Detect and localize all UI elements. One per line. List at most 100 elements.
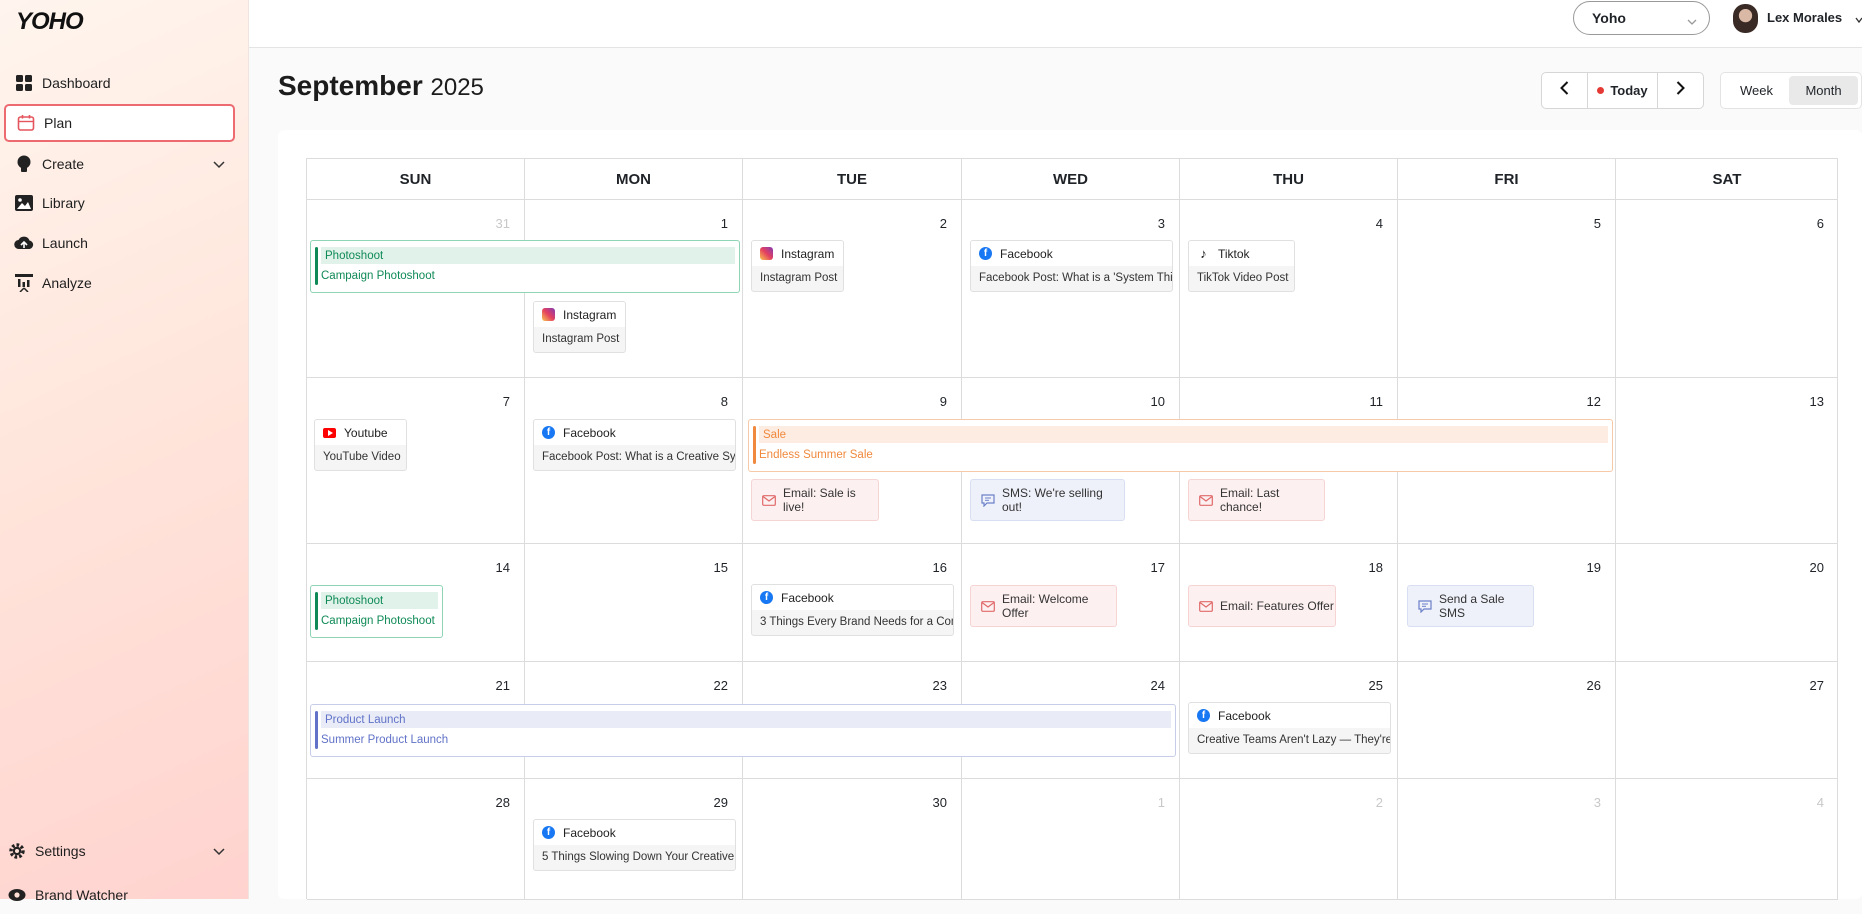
platform-label: Youtube xyxy=(344,425,388,440)
day-cell[interactable]: 26 xyxy=(1398,662,1616,779)
day-cell[interactable]: 13 xyxy=(1616,378,1838,544)
lightbulb-icon xyxy=(14,154,34,174)
campaign-span[interactable]: Photoshoot Campaign Photoshoot xyxy=(310,585,443,638)
post-event[interactable]: ♪ Tiktok TikTok Video Post xyxy=(1188,240,1295,292)
email-event[interactable]: Email: Sale is live! xyxy=(751,479,879,521)
day-number: 1 xyxy=(1157,795,1165,810)
day-cell[interactable]: 30 xyxy=(743,779,962,900)
day-cell[interactable]: 3 xyxy=(1398,779,1616,900)
weekday-header: THU xyxy=(1180,159,1398,200)
weekday-header: MON xyxy=(525,159,743,200)
day-cell[interactable]: 4 xyxy=(1616,779,1838,900)
post-title: Instagram Post xyxy=(760,272,838,284)
chevron-down-icon[interactable] xyxy=(213,843,225,859)
chevron-down-icon[interactable] xyxy=(1855,11,1862,29)
day-number: 17 xyxy=(1150,560,1165,575)
chevron-down-icon xyxy=(1687,13,1697,29)
sidebar-item-label: Library xyxy=(42,195,85,211)
user-name[interactable]: Lex Morales xyxy=(1767,10,1842,25)
campaign-span[interactable]: Product Launch Summer Product Launch xyxy=(310,704,1176,757)
chevron-down-icon[interactable] xyxy=(213,156,225,172)
post-title: YouTube Video xyxy=(323,451,401,463)
post-event[interactable]: f Facebook Facebook Post: What is a Creati… xyxy=(533,419,736,471)
today-dot-icon xyxy=(1597,87,1605,94)
sidebar-item-plan[interactable]: Plan xyxy=(4,104,235,142)
sidebar: YOHO Dashboard Plan Create Library Launc… xyxy=(0,0,249,903)
avatar[interactable] xyxy=(1733,4,1758,33)
workspace-select[interactable]: Yoho xyxy=(1573,1,1710,35)
facebook-icon: f xyxy=(542,826,555,839)
campaign-category: Sale xyxy=(759,426,1608,443)
next-month-button[interactable] xyxy=(1658,73,1703,108)
day-cell[interactable]: 1 xyxy=(962,779,1180,900)
post-event[interactable]: Instagram Instagram Post xyxy=(533,301,626,353)
day-cell[interactable]: 15 xyxy=(525,544,743,662)
sidebar-item-analyze[interactable]: Analyze xyxy=(4,264,235,302)
event-label: Send a Sale SMS xyxy=(1439,592,1505,620)
event-label: Email: Last chance! xyxy=(1220,486,1280,514)
sidebar-item-label: Settings xyxy=(35,843,86,859)
event-label: Email: Features Offer xyxy=(1220,599,1334,613)
post-event[interactable]: Instagram Instagram Post xyxy=(751,240,844,292)
day-number: 2 xyxy=(939,216,947,231)
weekday-header: TUE xyxy=(743,159,962,200)
campaign-color-bar xyxy=(315,247,318,285)
weekday-header: FRI xyxy=(1398,159,1616,200)
day-cell[interactable]: 28 xyxy=(307,779,525,900)
post-platform: f Facebook xyxy=(971,241,1172,266)
date-navigation: Today xyxy=(1541,72,1704,109)
platform-label: Tiktok xyxy=(1218,246,1250,261)
day-cell[interactable]: 5 xyxy=(1398,200,1616,378)
sidebar-item-settings[interactable]: Settings xyxy=(4,832,235,870)
post-event[interactable]: f Facebook 3 Things Every Brand Needs for … xyxy=(751,584,954,636)
post-event[interactable]: f Facebook Facebook Post: What is a 'Syste… xyxy=(970,240,1173,292)
post-platform: Instagram xyxy=(752,241,843,266)
workspace-label: Yoho xyxy=(1592,10,1626,26)
post-event[interactable]: f Facebook 5 Things Slowing Down Your Crea… xyxy=(533,819,736,871)
post-title: 3 Things Every Brand Needs for a Consist… xyxy=(760,616,953,628)
sidebar-item-brand-watcher[interactable]: Brand Watcher xyxy=(4,876,235,914)
day-number: 15 xyxy=(713,560,728,575)
day-number: 3 xyxy=(1593,795,1601,810)
sidebar-item-label: Analyze xyxy=(42,275,92,291)
sms-event[interactable]: Send a Sale SMS xyxy=(1407,585,1534,627)
sidebar-item-dashboard[interactable]: Dashboard xyxy=(4,64,235,102)
day-number: 27 xyxy=(1809,678,1824,693)
sms-event[interactable]: SMS: We're selling out! xyxy=(970,479,1125,521)
campaign-name: Endless Summer Sale xyxy=(759,448,873,461)
post-event[interactable]: Youtube YouTube Video xyxy=(314,419,407,471)
month-view-button[interactable]: Month xyxy=(1789,76,1858,105)
email-event[interactable]: Email: Features Offer xyxy=(1188,585,1336,627)
day-cell[interactable]: 27 xyxy=(1616,662,1838,779)
event-label: SMS: We're selling out! xyxy=(1002,486,1103,514)
day-cell[interactable]: 2 xyxy=(1180,779,1398,900)
sidebar-item-create[interactable]: Create xyxy=(4,145,235,183)
day-number: 16 xyxy=(932,560,947,575)
today-button[interactable]: Today xyxy=(1587,73,1658,108)
post-platform: Instagram xyxy=(534,302,625,327)
email-event[interactable]: Email: Last chance! xyxy=(1188,479,1325,521)
sidebar-item-library[interactable]: Library xyxy=(4,184,235,222)
instagram-icon xyxy=(542,308,555,321)
sidebar-item-launch[interactable]: Launch xyxy=(4,224,235,262)
post-title: Instagram Post xyxy=(542,333,620,345)
day-number: 24 xyxy=(1150,678,1165,693)
week-view-button[interactable]: Week xyxy=(1724,76,1789,105)
campaign-span[interactable]: Sale Endless Summer Sale xyxy=(748,419,1613,472)
app-logo[interactable]: YOHO xyxy=(16,8,84,36)
campaign-category: Product Launch xyxy=(321,711,1171,728)
platform-label: Facebook xyxy=(563,425,616,440)
today-label: Today xyxy=(1610,83,1648,98)
previous-month-button[interactable] xyxy=(1542,73,1587,108)
day-number: 21 xyxy=(495,678,510,693)
email-event[interactable]: Email: Welcome Offer xyxy=(970,585,1117,627)
post-platform: f Facebook xyxy=(752,585,953,610)
day-cell[interactable]: 6 xyxy=(1616,200,1838,378)
post-event[interactable]: f Facebook Creative Teams Aren't Lazy — Th… xyxy=(1188,702,1391,754)
day-number: 30 xyxy=(932,795,947,810)
campaign-span[interactable]: Photoshoot Campaign Photoshoot xyxy=(310,240,740,293)
instagram-icon xyxy=(760,247,773,260)
event-label: Email: Sale is live! xyxy=(783,486,856,514)
platform-label: Facebook xyxy=(1000,246,1053,261)
day-cell[interactable]: 20 xyxy=(1616,544,1838,662)
